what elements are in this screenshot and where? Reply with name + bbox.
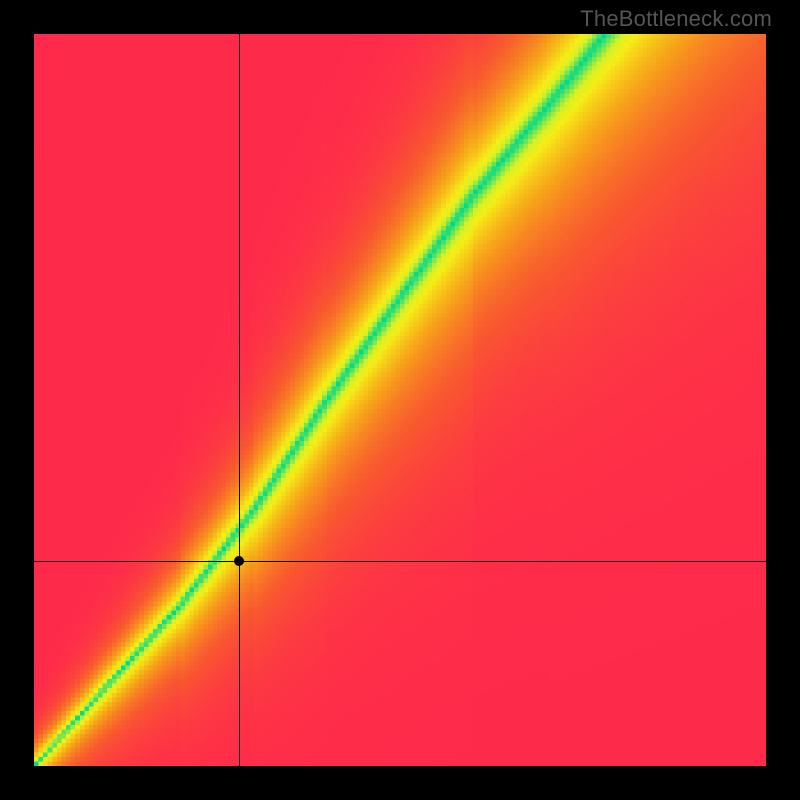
chart-frame: TheBottleneck.com: [0, 0, 800, 800]
heatmap-canvas: [34, 34, 766, 766]
watermark-text: TheBottleneck.com: [580, 6, 772, 32]
crosshair-vertical: [239, 34, 240, 766]
crosshair-horizontal: [34, 561, 766, 562]
crosshair-marker: [234, 556, 244, 566]
